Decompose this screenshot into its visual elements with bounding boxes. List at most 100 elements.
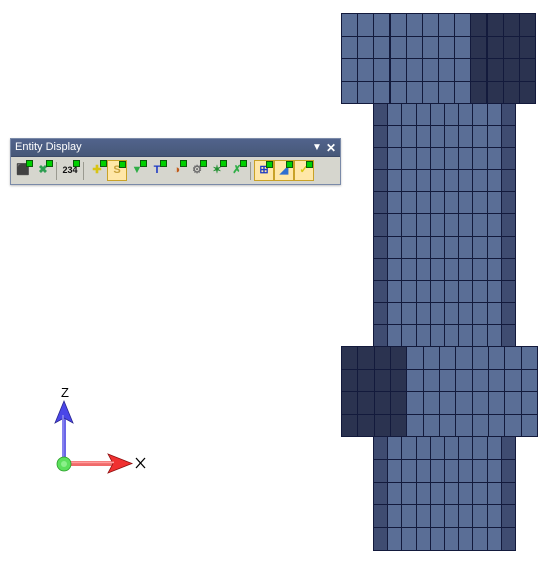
mesh-element[interactable] <box>401 301 417 325</box>
mesh-element[interactable] <box>439 391 457 415</box>
mesh-element[interactable] <box>470 13 488 37</box>
mesh-element[interactable] <box>421 13 439 37</box>
mesh-element[interactable] <box>373 527 389 551</box>
mesh-element[interactable] <box>373 235 389 259</box>
mesh-element[interactable] <box>389 80 407 104</box>
mesh-element[interactable] <box>415 257 431 281</box>
mesh-element[interactable] <box>429 527 445 551</box>
mesh-element[interactable] <box>486 504 502 529</box>
mesh-element[interactable] <box>406 368 424 392</box>
mesh-element[interactable] <box>357 58 375 82</box>
mesh-element[interactable] <box>429 301 445 325</box>
mesh-element[interactable] <box>500 279 516 303</box>
mesh-element[interactable] <box>502 13 520 37</box>
mesh-element[interactable] <box>429 257 445 281</box>
mesh-element[interactable] <box>415 481 431 506</box>
mesh-element[interactable] <box>444 458 460 483</box>
mesh-element[interactable] <box>429 458 445 483</box>
mesh-element[interactable] <box>454 58 472 82</box>
mesh-element[interactable] <box>486 147 502 171</box>
mesh-element[interactable] <box>373 323 389 347</box>
mesh-element[interactable] <box>458 147 474 171</box>
mesh-element[interactable] <box>504 346 522 370</box>
mesh-element[interactable] <box>458 103 474 127</box>
mesh-element[interactable] <box>488 368 506 392</box>
mesh-element[interactable] <box>486 436 502 460</box>
mesh-element[interactable] <box>429 436 445 460</box>
entity-display-tool-strip[interactable]: ⬛ ✖ 234 ✚ S ▼ T ◑ ⚙ ✶ ✗ ⊞ ◢ ✓ <box>11 157 340 184</box>
mesh-element[interactable] <box>458 504 474 529</box>
mesh-element[interactable] <box>486 58 504 82</box>
mesh-element[interactable] <box>373 279 389 303</box>
mesh-element[interactable] <box>390 391 408 415</box>
mesh-element[interactable] <box>472 125 488 149</box>
mesh-element[interactable] <box>415 235 431 259</box>
mesh-element[interactable] <box>357 346 375 370</box>
mesh-element[interactable] <box>415 323 431 347</box>
mesh-element[interactable] <box>401 323 417 347</box>
mesh-element[interactable] <box>387 213 403 237</box>
mesh-element[interactable] <box>486 235 502 259</box>
web-upper[interactable] <box>373 103 516 347</box>
mesh-element[interactable] <box>429 323 445 347</box>
mesh-element[interactable] <box>500 481 516 506</box>
mesh-element[interactable] <box>444 125 460 149</box>
mesh-element[interactable] <box>472 147 488 171</box>
mesh-element[interactable] <box>444 257 460 281</box>
mesh-element[interactable] <box>373 504 389 529</box>
mesh-element[interactable] <box>455 413 473 437</box>
mesh-element[interactable] <box>422 368 440 392</box>
mesh-element[interactable] <box>520 391 538 415</box>
curve-icon[interactable]: S <box>107 160 127 181</box>
mesh-element[interactable] <box>454 80 472 104</box>
mesh-element[interactable] <box>458 436 474 460</box>
mesh-element[interactable] <box>444 147 460 171</box>
mesh-element[interactable] <box>373 125 389 149</box>
mesh-element[interactable] <box>401 504 417 529</box>
mesh-element[interactable] <box>373 413 391 437</box>
mesh-element[interactable] <box>500 169 516 193</box>
mesh-element[interactable] <box>415 436 431 460</box>
mesh-element[interactable] <box>500 527 516 551</box>
display-all-icon[interactable]: ⬛ <box>13 160 33 181</box>
mesh-element[interactable] <box>472 323 488 347</box>
mesh-element[interactable] <box>486 301 502 325</box>
mesh-element[interactable] <box>486 169 502 193</box>
mesh-element[interactable] <box>472 257 488 281</box>
mesh-element[interactable] <box>486 80 504 104</box>
mesh-element[interactable] <box>444 235 460 259</box>
mesh-element[interactable] <box>444 213 460 237</box>
mesh-element[interactable] <box>518 35 536 59</box>
load-icon[interactable]: ⚙ <box>187 160 207 181</box>
mesh-element[interactable] <box>401 125 417 149</box>
mesh-element[interactable] <box>341 58 359 82</box>
mesh-element[interactable] <box>401 235 417 259</box>
mesh-element[interactable] <box>401 279 417 303</box>
mesh-element[interactable] <box>471 413 489 437</box>
mesh-element[interactable] <box>387 169 403 193</box>
mesh-element[interactable] <box>401 169 417 193</box>
mesh-element[interactable] <box>486 35 504 59</box>
mesh-element[interactable] <box>387 436 403 460</box>
mesh-element[interactable] <box>472 458 488 483</box>
mesh-element[interactable] <box>500 458 516 483</box>
mesh-element[interactable] <box>429 191 445 215</box>
mesh-element[interactable] <box>405 35 423 59</box>
mesh-element[interactable] <box>458 125 474 149</box>
mesh-element[interactable] <box>357 413 375 437</box>
mesh-element[interactable] <box>471 368 489 392</box>
mesh-element[interactable] <box>486 527 502 551</box>
mesh-element[interactable] <box>504 368 522 392</box>
mesh-element[interactable] <box>500 103 516 127</box>
mesh-element[interactable] <box>401 213 417 237</box>
mesh-element[interactable] <box>373 391 391 415</box>
mesh-element[interactable] <box>415 527 431 551</box>
mesh-element[interactable] <box>472 436 488 460</box>
mesh-element[interactable] <box>472 279 488 303</box>
mesh-element[interactable] <box>486 13 504 37</box>
mesh-element[interactable] <box>458 301 474 325</box>
mesh-element[interactable] <box>458 323 474 347</box>
mesh-element[interactable] <box>438 13 456 37</box>
mesh-element[interactable] <box>357 13 375 37</box>
mesh-element[interactable] <box>444 301 460 325</box>
